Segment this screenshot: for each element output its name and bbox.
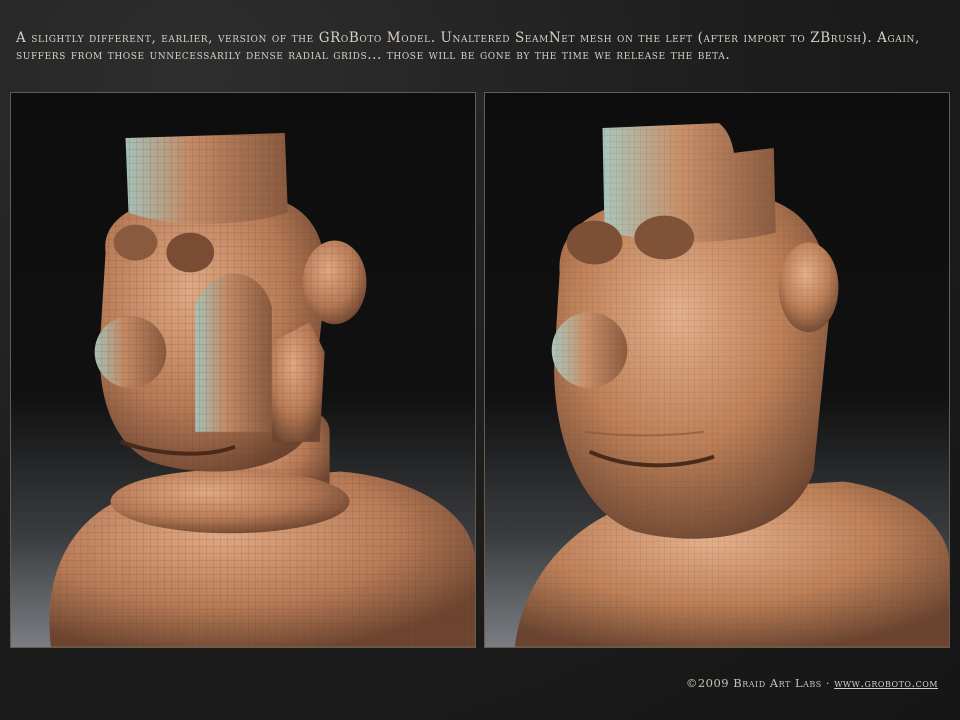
right-model-render: [484, 92, 950, 648]
left-model-illustration: [49, 133, 475, 647]
right-model-illustration: [514, 123, 949, 647]
left-model-render: [10, 92, 476, 648]
groboto-website-link[interactable]: www.groboto.com: [834, 676, 938, 690]
footer-credit: ©2009 Braid Art Labs · www.groboto.com: [686, 676, 938, 690]
copyright-text: ©2009 Braid Art Labs ·: [685, 676, 835, 690]
caption-text: A slightly different, earlier, version o…: [16, 30, 920, 63]
